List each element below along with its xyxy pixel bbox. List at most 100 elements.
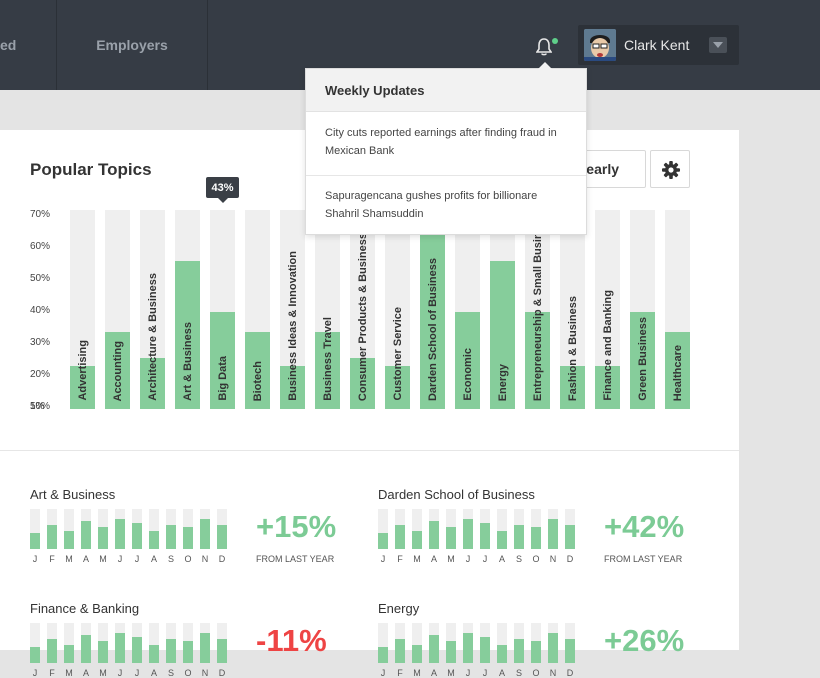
bar[interactable]: Business Travel	[315, 210, 340, 409]
mini-month-label: S	[515, 668, 522, 678]
dropdown-title: Weekly Updates	[325, 83, 425, 98]
bar[interactable]: Energy	[490, 210, 515, 409]
mini-month-label: A	[498, 668, 505, 678]
bar-category-label: Energy	[496, 363, 509, 401]
bar[interactable]: Business Ideas & Innovation	[280, 210, 305, 409]
bar[interactable]: Biotech	[245, 210, 270, 409]
change-caption: FROM LAST YEAR	[256, 554, 335, 564]
section-divider	[0, 450, 739, 451]
mini-bar	[497, 509, 507, 549]
mini-bar	[217, 509, 227, 549]
mini-bar-fill	[64, 531, 74, 549]
mini-bar-fill	[531, 641, 541, 663]
chevron-down-icon[interactable]	[709, 37, 727, 53]
mini-bar-fill	[412, 531, 422, 549]
page-title: Popular Topics	[30, 160, 152, 179]
mini-month-label: S	[515, 554, 522, 564]
bar[interactable]: Consumer Products & Business	[350, 210, 375, 409]
mini-bar-fill	[497, 531, 507, 549]
mini-bar-fill	[446, 527, 456, 549]
y-tick-label: 20%	[30, 369, 51, 380]
mini-month-label: S	[167, 668, 174, 678]
mini-bar	[98, 509, 108, 549]
bar[interactable]: Customer Service	[385, 210, 410, 409]
bar[interactable]: Architecture & Business	[140, 210, 165, 409]
nav-item-partial[interactable]: ed	[0, 0, 56, 90]
bar[interactable]: Accounting	[105, 210, 130, 409]
bar-category-label: Consumer Products & Business	[356, 232, 369, 401]
mini-month-label: J	[134, 554, 140, 564]
mini-bar-fill	[446, 641, 456, 663]
mini-bar	[497, 623, 507, 663]
mini-bar	[480, 623, 490, 663]
mini-bar	[378, 623, 388, 663]
notification-item[interactable]: City cuts reported earnings after findin…	[325, 124, 570, 160]
mini-bar	[463, 509, 473, 549]
bar[interactable]: Art & Business	[175, 210, 200, 409]
mini-month-label: J	[32, 668, 38, 678]
mini-bar	[395, 509, 405, 549]
mini-month-label: O	[532, 554, 540, 564]
mini-bar-fill	[183, 527, 193, 549]
mini-bar	[149, 623, 159, 663]
y-tick-label: 50%	[30, 273, 51, 284]
bar[interactable]: Fashion & Business	[560, 210, 585, 409]
bar[interactable]: Healthcare	[665, 210, 690, 409]
mini-month-label: M	[447, 668, 455, 678]
bar-category-label: Business Travel	[321, 317, 334, 401]
bar[interactable]: Darden School of Business	[420, 210, 445, 409]
mini-bar	[463, 623, 473, 663]
mini-bar-fill	[531, 527, 541, 549]
notification-dot	[552, 38, 558, 44]
mini-month-label: M	[65, 554, 73, 564]
mini-bar-fill	[497, 645, 507, 663]
bar[interactable]: Entrepreneurship & Small Business	[525, 210, 550, 409]
mini-bar-fill	[47, 525, 57, 549]
mini-bar	[395, 623, 405, 663]
notification-item[interactable]: Sapuragencana gushes profits for billion…	[325, 187, 570, 223]
mini-bar	[565, 509, 575, 549]
mini-month-label: A	[150, 668, 157, 678]
bar-category-label: Business Ideas & Innovation	[286, 251, 299, 401]
mini-bar	[480, 509, 490, 549]
mini-bar	[81, 623, 91, 663]
mini-bar-fill	[565, 525, 575, 549]
mini-chart-title: Darden School of Business	[378, 487, 535, 502]
mini-month-label: M	[413, 668, 421, 678]
bar[interactable]: Economic	[455, 210, 480, 409]
y-tick-label: 70%	[30, 209, 51, 220]
mini-month-label: A	[430, 668, 437, 678]
bell-icon[interactable]	[536, 38, 552, 56]
mini-bar-fill	[378, 647, 388, 663]
nav-item-employers[interactable]: Employers	[57, 0, 207, 90]
bar[interactable]: Finance and Banking	[595, 210, 620, 409]
mini-month-label: D	[218, 668, 226, 678]
mini-bar	[132, 623, 142, 663]
bar[interactable]: Advertising	[70, 210, 95, 409]
mini-month-label: A	[82, 554, 89, 564]
mini-month-label: D	[566, 668, 574, 678]
mini-bar	[217, 623, 227, 663]
settings-button[interactable]	[650, 150, 690, 188]
avatar[interactable]	[584, 29, 616, 61]
user-menu[interactable]: Clark Kent	[578, 25, 739, 65]
bar[interactable]: Big Data	[210, 210, 235, 409]
bar[interactable]: Green Business	[630, 210, 655, 409]
bar-category-label: Finance and Banking	[601, 290, 614, 401]
mini-month-label: S	[167, 554, 174, 564]
mini-month-label: A	[150, 554, 157, 564]
bar-category-label: Healthcare	[671, 344, 684, 401]
bar-category-label: Economic	[461, 348, 474, 401]
mini-bar	[166, 509, 176, 549]
mini-bar-fill	[565, 639, 575, 663]
mini-bar-fill	[412, 645, 422, 663]
y-tick-label: 5%	[30, 401, 45, 412]
mini-bar-fill	[514, 639, 524, 663]
mini-bar-fill	[81, 521, 91, 549]
mini-month-label: F	[49, 554, 55, 564]
mini-bar-fill	[200, 519, 210, 549]
user-name[interactable]: Clark Kent	[624, 37, 689, 53]
gear-icon	[662, 161, 680, 179]
mini-month-label: N	[549, 554, 557, 564]
mini-month-label: J	[117, 554, 123, 564]
